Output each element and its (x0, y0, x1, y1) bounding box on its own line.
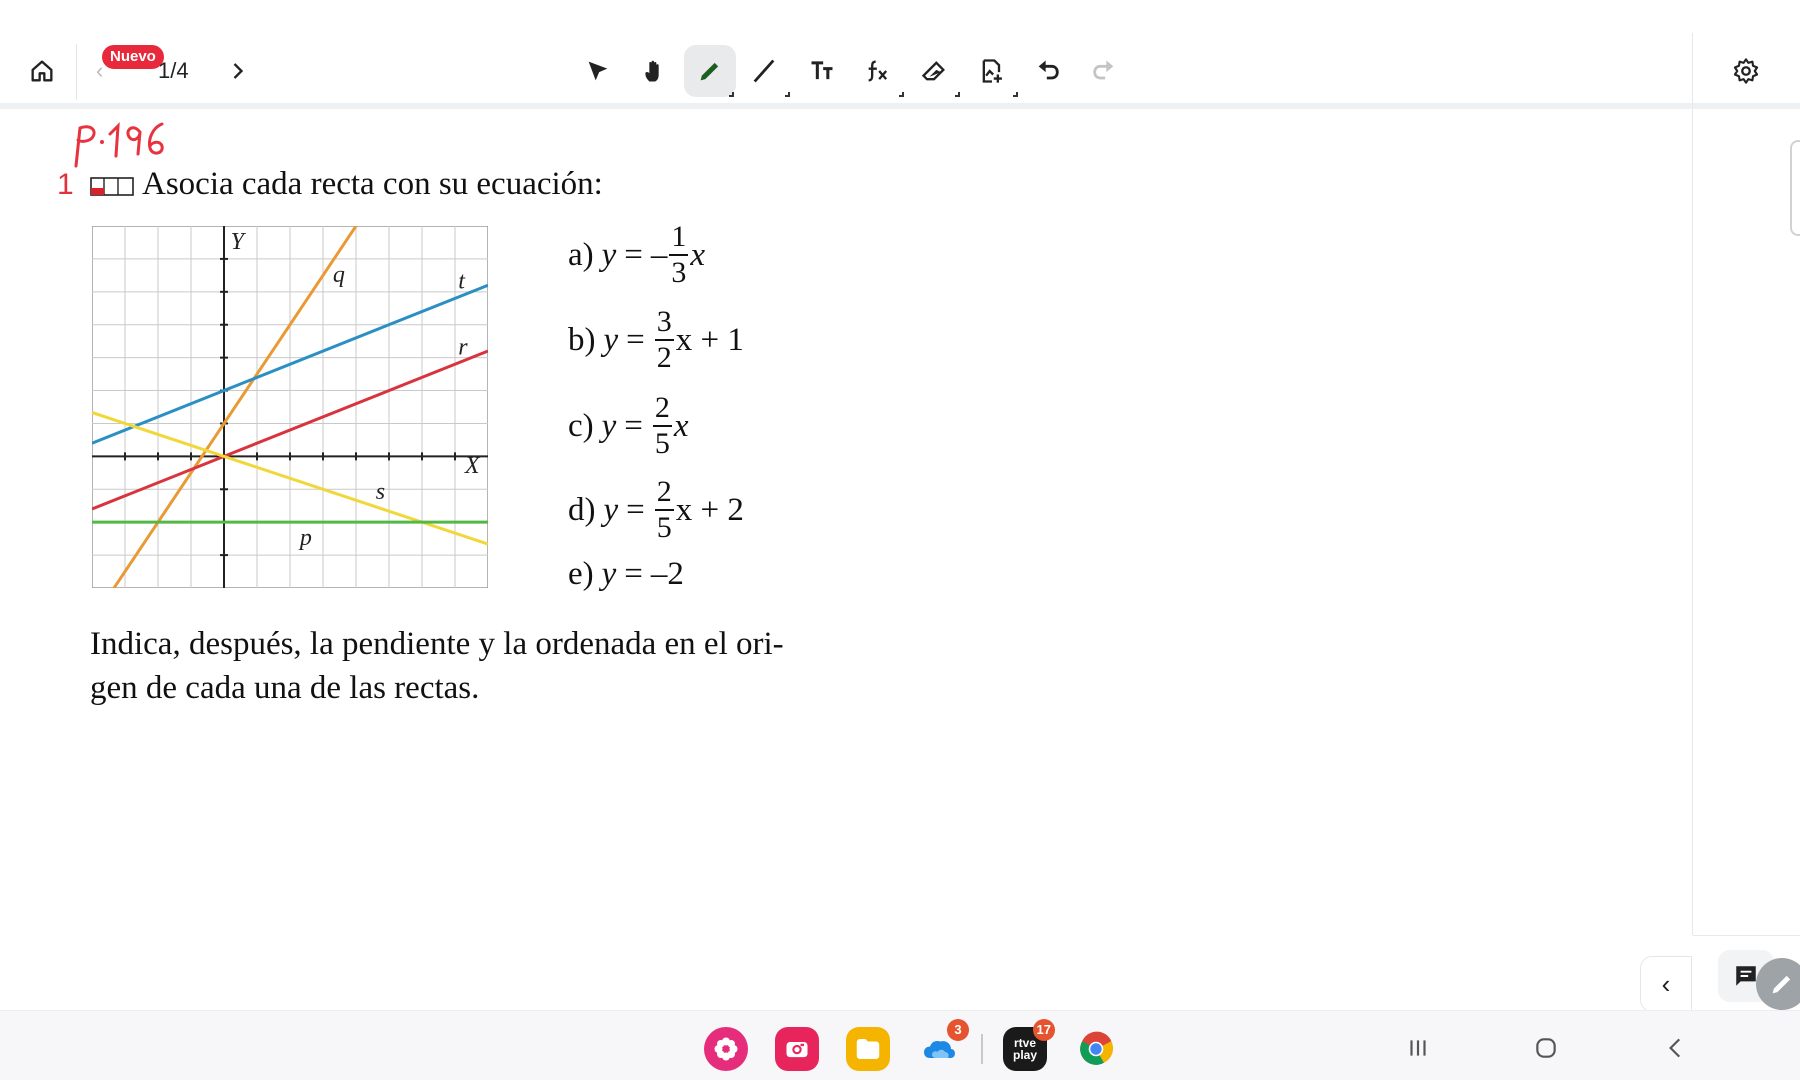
equation-c: c) y = 25 x (568, 393, 689, 459)
equation-value: –2 (650, 556, 684, 592)
screen: ‹ Nuevo 1/4 1 Asocia cada recta con su e… (0, 0, 1800, 1080)
fraction: 13 (669, 222, 689, 289)
equation-tail: x (690, 236, 706, 273)
exercise-title: Asocia cada recta con su ecuación: (142, 166, 603, 202)
insert-image-icon[interactable] (968, 47, 1016, 95)
coordinate-graph: YXq trsp (92, 226, 488, 588)
equation-label: c) (568, 407, 594, 444)
line-label-p: p (298, 525, 312, 551)
line-label-s: s (376, 479, 385, 505)
equation-label: e) (568, 556, 594, 592)
camera-app-icon[interactable] (775, 1027, 819, 1071)
equation-equals: = (624, 407, 643, 444)
equation-b: b) y = 32 x + 1 (568, 307, 744, 373)
undo-icon[interactable] (1024, 47, 1072, 95)
equation-equals: = (624, 556, 643, 592)
equation-equals: = (626, 321, 645, 358)
line-label-q: q (333, 262, 345, 288)
fraction-numerator: 1 (669, 222, 689, 256)
image-options-mark (1013, 92, 1018, 97)
handwritten-annotation (74, 122, 164, 168)
notification-badge: 17 (1032, 1019, 1055, 1041)
chrome-app-icon[interactable] (1074, 1027, 1118, 1071)
fraction-numerator: 2 (652, 393, 672, 427)
scroll-handle[interactable] (1790, 140, 1800, 236)
home-icon[interactable] (18, 47, 66, 95)
fraction: 25 (652, 393, 672, 460)
collapse-panel-button[interactable]: ‹ (1640, 956, 1692, 1012)
recents-icon[interactable] (1396, 1028, 1440, 1068)
fraction: 32 (654, 307, 674, 374)
equation-equals: = (626, 491, 645, 528)
right-panel-divider (1693, 935, 1800, 936)
eraser-icon[interactable] (910, 47, 958, 95)
chevron-right-icon[interactable] (214, 47, 262, 95)
equation-equals: = (624, 236, 643, 273)
pen-icon[interactable] (684, 45, 736, 97)
back-icon[interactable] (1654, 1028, 1698, 1068)
formula-options-mark (899, 92, 904, 97)
equation-label: a) (568, 236, 594, 273)
text-icon[interactable] (798, 47, 846, 95)
instruction-text: Indica, después, la pendiente y la orden… (90, 622, 830, 710)
redo-icon[interactable] (1080, 47, 1128, 95)
blossom-app-icon[interactable] (704, 1027, 748, 1071)
gear-icon[interactable] (1722, 47, 1770, 95)
rtve-play-app-icon[interactable]: rtve play 17 (1003, 1019, 1055, 1071)
eraser-options-mark (955, 92, 960, 97)
fraction-denominator: 2 (656, 341, 672, 374)
select-arrow-icon[interactable] (574, 47, 622, 95)
fraction-denominator: 3 (671, 256, 687, 289)
line-icon[interactable] (740, 47, 788, 95)
x-axis-label: X (464, 453, 481, 479)
files-app-icon[interactable] (846, 1027, 890, 1071)
difficulty-icon (90, 177, 134, 196)
floating-pen-button[interactable] (1756, 958, 1800, 1010)
equation-lhs: y (601, 556, 617, 592)
equation-lhs: y (601, 236, 617, 273)
notification-badge: 3 (947, 1019, 969, 1041)
new-badge: Nuevo (102, 45, 164, 69)
equation-label: b) (568, 321, 596, 358)
formula-icon[interactable] (854, 47, 902, 95)
fraction-denominator: 5 (656, 511, 672, 544)
equation-label: d) (568, 491, 596, 528)
fraction: 25 (654, 477, 674, 544)
equation-sign: – (650, 236, 668, 273)
status-strip (0, 0, 1800, 33)
dock-divider (981, 1034, 983, 1064)
home-circle-icon[interactable] (1524, 1028, 1568, 1068)
equation-a: a) y = – 13 x (568, 222, 705, 288)
fraction-denominator: 5 (654, 427, 670, 460)
toolbar-divider (76, 44, 77, 100)
line-options-mark (785, 92, 790, 97)
fraction-numerator: 2 (654, 477, 674, 511)
line-label-r: r (458, 334, 468, 360)
page-indicator: 1/4 (158, 58, 189, 83)
equation-tail: x + 1 (675, 321, 744, 358)
instruction-line: gen de cada una de las rectas. (90, 670, 480, 706)
equation-d: d) y = 25 x + 2 (568, 477, 744, 543)
exercise-number: 1 (57, 168, 74, 201)
equation-e: e) y = –2 (568, 556, 684, 593)
equation-tail: x (673, 407, 689, 444)
pen-options-mark (729, 92, 734, 97)
equation-lhs: y (601, 407, 617, 444)
equation-lhs: y (603, 491, 619, 528)
instruction-line: Indica, después, la pendiente y la orden… (90, 626, 784, 662)
hand-icon[interactable] (630, 47, 678, 95)
equation-lhs: y (603, 321, 619, 358)
fraction-numerator: 3 (654, 307, 674, 341)
equation-tail: x + 2 (675, 491, 744, 528)
right-panel (1692, 33, 1800, 936)
cloud-app-icon[interactable]: 3 (917, 1019, 969, 1071)
